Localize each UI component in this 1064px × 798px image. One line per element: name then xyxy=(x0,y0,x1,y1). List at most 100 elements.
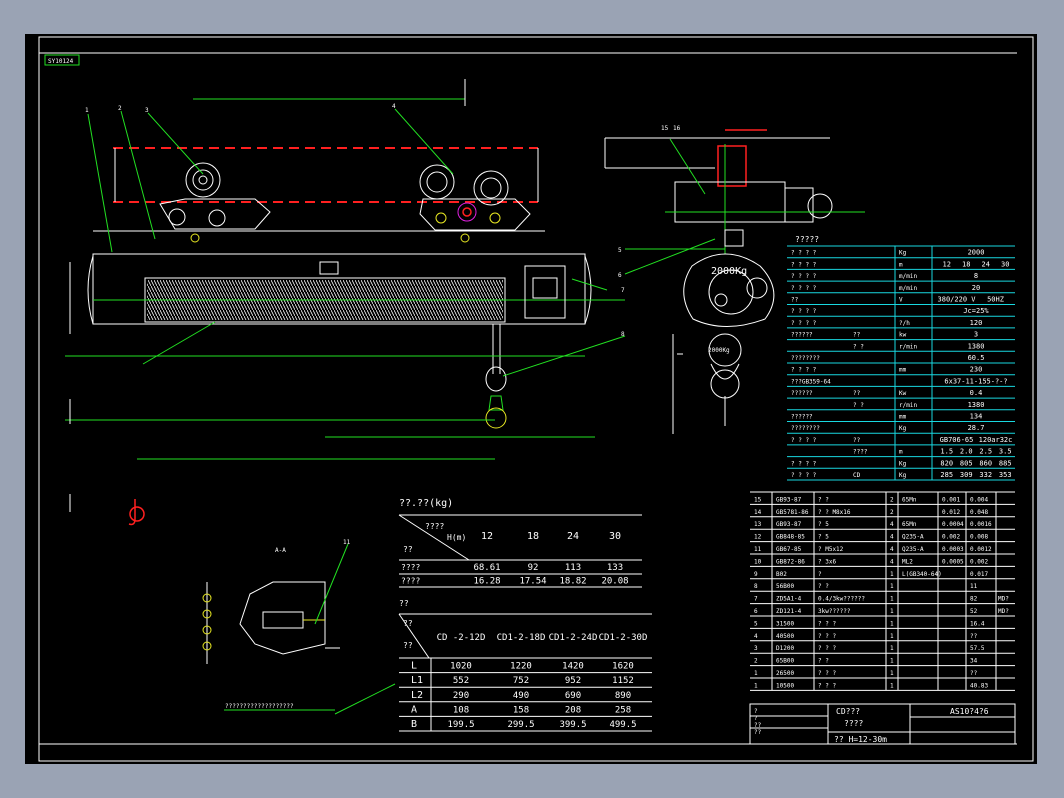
part-name: ? ? xyxy=(818,496,829,503)
spec-row-unit: mm xyxy=(899,367,907,374)
dim-model-header: CD1-2-30D xyxy=(599,633,648,643)
part-total-weight: 0.0012 xyxy=(970,546,992,553)
spec-row-name: ?????? xyxy=(791,390,813,397)
part-name: ? xyxy=(818,571,822,578)
trolley-wheel-hub xyxy=(480,177,502,199)
dim-cell: 499.5 xyxy=(609,720,636,730)
part-code: ZD121-4 xyxy=(776,608,802,615)
spec-row-value: 885 xyxy=(999,459,1012,467)
part-qty: 1 xyxy=(890,682,894,689)
spec-row-value: 120 xyxy=(970,319,983,327)
hook-detail-ring xyxy=(129,506,145,522)
weight-height-header: 12 xyxy=(481,531,493,542)
balloon-8: 8 xyxy=(621,331,625,338)
spec-table: ????? ? ? ? ? Kg 2000 ? ? ? ? m 12 18 24 30 ? ? ? … xyxy=(787,235,1015,481)
part-material: 65Mn xyxy=(902,521,917,528)
part-unit-weight: 0.002 xyxy=(942,534,960,541)
part-total-weight: 57.5 xyxy=(970,645,985,652)
part-no: 3 xyxy=(754,645,758,652)
spec-row-value: 309 xyxy=(960,471,973,479)
parts-list: 15 GB93-87? ? 2 65Mn 0.001 0.00414 GB5781-86? … xyxy=(750,491,1015,691)
spec-row-sub: CD xyxy=(853,472,861,479)
part-material: Q235-A xyxy=(902,534,924,541)
dim-model-header: CD1-2-18D xyxy=(497,633,546,643)
part-qty: 1 xyxy=(890,583,894,590)
balloon-15: 15 xyxy=(661,125,669,132)
part-name: ? ? ? xyxy=(818,620,836,627)
dim-cell: 1220 xyxy=(510,662,532,672)
spec-row-unit: V xyxy=(899,297,903,304)
part-no: 5 xyxy=(754,620,758,627)
spec-row-value: 2.0 xyxy=(960,448,973,456)
part-no: 13 xyxy=(754,521,762,528)
trolley-wheel-hub xyxy=(426,171,448,193)
end-housing xyxy=(683,253,775,327)
dim-cell: 1420 xyxy=(562,662,584,672)
part-name: ? ? xyxy=(818,583,829,590)
balloon-1: 1 xyxy=(85,107,89,114)
leader-line xyxy=(314,543,349,625)
spec-table-title: ????? xyxy=(795,235,819,244)
part-total-weight: 40.83 xyxy=(970,682,988,689)
trolley-pin xyxy=(190,233,200,243)
dim-cell: 690 xyxy=(565,691,581,701)
part-code: D1200 xyxy=(776,645,794,652)
dim-cell: 1152 xyxy=(612,676,634,686)
spec-row-sub: ?? xyxy=(853,390,861,397)
spec-row-value: 1380 xyxy=(968,342,985,350)
weight-cell: 113 xyxy=(565,563,581,573)
spec-row-value: 860 xyxy=(979,459,992,467)
part-total-weight: 82 xyxy=(970,596,978,603)
dim-cell: 1020 xyxy=(450,662,472,672)
balloon-6: 6 xyxy=(618,272,622,279)
spec-row-name: ? ? ? ? xyxy=(791,250,817,257)
section-cavity xyxy=(262,611,304,629)
spec-row-unit: kw xyxy=(899,332,907,339)
spec-row-unit: r/min xyxy=(899,343,917,350)
dim-row-label: L1 xyxy=(411,675,423,686)
dim-cell: 752 xyxy=(513,676,529,686)
weight-cell: 68.61 xyxy=(473,563,500,573)
part-code: 10500 xyxy=(776,682,794,689)
spec-row-value: 8 xyxy=(974,272,978,280)
trolley-bolt xyxy=(208,209,226,227)
spec-row-name: ?????? xyxy=(791,332,813,339)
part-qty: 2 xyxy=(890,509,894,516)
spec-row-sub: ?? xyxy=(853,437,861,444)
weight-table: ??.??(kg)????H(m)??12 18 24 30???? 68.61 92 11… xyxy=(398,498,642,588)
spec-row-value: 60.5 xyxy=(968,354,985,362)
title-cell: ? xyxy=(754,708,758,715)
hook-eye xyxy=(485,407,507,429)
part-name: ? M5x12 xyxy=(818,546,844,553)
part-total-weight: 0.048 xyxy=(970,509,988,516)
title-cell: ?? xyxy=(754,729,762,736)
part-qty: 1 xyxy=(890,608,894,615)
dim-row-label: B xyxy=(411,719,417,730)
part-no: 1 xyxy=(754,670,758,677)
spec-row-value: 12 xyxy=(943,260,951,268)
trolley-bolt xyxy=(489,212,501,224)
spec-row-value: 230 xyxy=(970,366,983,374)
part-qty: 4 xyxy=(890,534,894,541)
part-total-weight: ?? xyxy=(970,633,978,640)
title-cell: ? xyxy=(754,715,758,722)
weight-cell: 92 xyxy=(528,563,539,573)
spec-row-unit: m xyxy=(899,449,903,456)
trolley-pin xyxy=(460,233,470,243)
hook-block xyxy=(485,366,507,392)
part-unit-weight: 0.0005 xyxy=(942,558,964,565)
leader-line xyxy=(147,112,204,175)
hoist-side-view: 1 2 3 4 7 8 xyxy=(65,79,626,526)
body-end-cap xyxy=(584,255,592,325)
title-code: AS10?4?6 xyxy=(950,707,989,716)
dim-cell: 399.5 xyxy=(559,720,586,730)
spec-row-name: ???GB359-64 xyxy=(791,378,831,385)
spec-row-value: 380/220 V xyxy=(938,296,977,304)
spec-row-unit: Kg xyxy=(899,472,907,479)
spec-row-value: 332 xyxy=(979,471,992,479)
balloon-4: 4 xyxy=(392,103,396,110)
balloon-7: 7 xyxy=(621,287,625,294)
section-detail: A-A 11 ??????????????????? xyxy=(202,539,396,715)
dim-row-label: L xyxy=(411,661,417,672)
section-note: ??????????????????? xyxy=(225,703,294,710)
